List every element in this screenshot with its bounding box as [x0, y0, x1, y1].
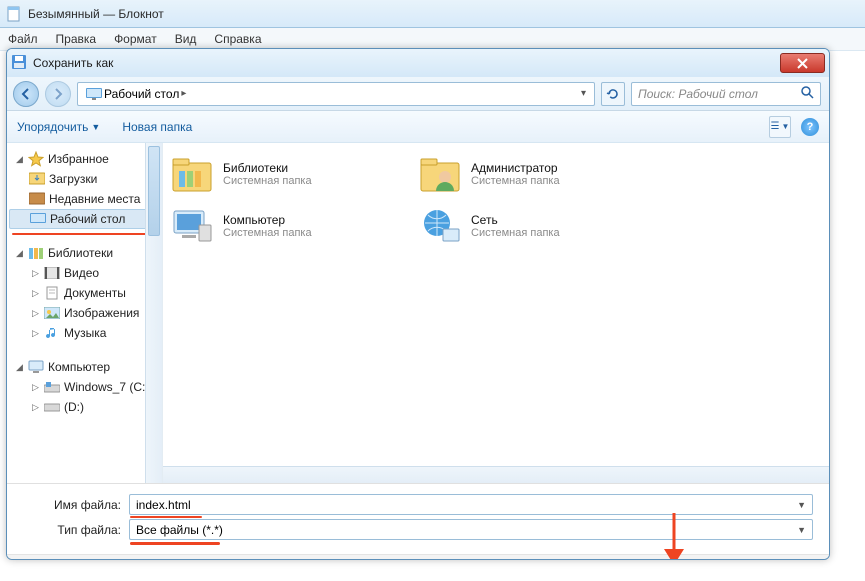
search-icon	[800, 85, 814, 102]
chevron-right-icon: ▸	[181, 88, 186, 99]
notepad-icon	[6, 6, 22, 22]
view-options-button[interactable]: ☰▼	[769, 116, 791, 138]
expand-icon: ▷	[31, 268, 40, 279]
filename-value: index.html	[136, 498, 191, 512]
menu-file[interactable]: Файл	[4, 30, 42, 48]
network-icon	[419, 205, 461, 247]
view-icon: ☰	[771, 121, 780, 132]
expand-icon: ▷	[31, 382, 40, 393]
filename-input[interactable]: index.html ▼	[129, 494, 813, 515]
close-button[interactable]	[780, 53, 825, 73]
libraries-icon	[171, 153, 213, 195]
organize-menu[interactable]: Упорядочить ▼	[17, 120, 100, 134]
user-folder-icon	[419, 153, 461, 195]
filepane-scrollbar-h[interactable]	[163, 466, 829, 483]
address-bar: Рабочий стол ▸ ▾ Поиск: Рабочий стол	[7, 77, 829, 111]
sidebar-item-documents[interactable]: ▷ Документы	[9, 283, 160, 303]
filetype-select[interactable]: Все файлы (*.*) ▼	[129, 519, 813, 540]
chevron-down-icon: ▼	[797, 525, 806, 535]
desktop-icon	[86, 86, 102, 102]
search-input[interactable]: Поиск: Рабочий стол	[631, 82, 821, 106]
sidebar-item-recent[interactable]: Недавние места	[9, 189, 160, 209]
star-icon	[28, 151, 44, 167]
sidebar-item-drive-d[interactable]: ▷ (D:)	[9, 397, 160, 417]
collapse-icon: ◢	[15, 248, 24, 259]
sidebar-scrollbar[interactable]	[145, 143, 162, 483]
documents-icon	[44, 285, 60, 301]
filetype-value: Все файлы (*.*)	[136, 523, 223, 537]
computer-icon	[28, 359, 44, 375]
computer-icon	[171, 205, 213, 247]
collapse-icon: ◢	[15, 362, 24, 373]
expand-icon: ▷	[31, 288, 40, 299]
help-icon: ?	[807, 121, 814, 133]
form-area: Имя файла: index.html ▼ Тип файла: Все ф…	[7, 483, 829, 554]
sidebar-item-pictures[interactable]: ▷ Изображения	[9, 303, 160, 323]
refresh-button[interactable]	[601, 82, 625, 106]
menu-edit[interactable]: Правка	[52, 30, 101, 48]
filetype-label: Тип файла:	[47, 523, 121, 537]
new-folder-button[interactable]: Новая папка	[122, 120, 192, 134]
pictures-icon	[44, 305, 60, 321]
music-icon	[44, 325, 60, 341]
collapse-icon: ◢	[15, 154, 24, 165]
file-item-network[interactable]: Сеть Системная папка	[419, 205, 649, 247]
breadcrumb-field[interactable]: Рабочий стол ▸ ▾	[77, 82, 595, 106]
sidebar-libraries[interactable]: ◢ Библиотеки	[9, 243, 160, 263]
sidebar-favorites[interactable]: ◢ Избранное	[9, 149, 160, 169]
recent-icon	[29, 191, 45, 207]
arrow-right-icon	[52, 88, 64, 100]
expand-icon: ▷	[31, 328, 40, 339]
search-placeholder: Поиск: Рабочий стол	[638, 87, 758, 101]
sidebar-item-videos[interactable]: ▷ Видео	[9, 263, 160, 283]
dialog-toolbar: Упорядочить ▼ Новая папка ☰▼ ?	[7, 111, 829, 143]
save-as-dialog: Сохранить как Рабочий стол ▸ ▾ Поиск: Р	[6, 48, 830, 560]
breadcrumb-label: Рабочий стол	[104, 87, 179, 101]
drive-icon	[44, 379, 60, 395]
dialog-titlebar: Сохранить как	[7, 49, 829, 77]
file-item-computer[interactable]: Компьютер Системная папка	[171, 205, 401, 247]
forward-button[interactable]	[45, 81, 71, 107]
menu-format[interactable]: Формат	[110, 30, 161, 48]
notepad-title: Безымянный — Блокнот	[28, 7, 164, 21]
filename-label: Имя файла:	[47, 498, 121, 512]
sidebar-computer[interactable]: ◢ Компьютер	[9, 357, 160, 377]
close-icon	[797, 58, 808, 69]
file-item-libraries[interactable]: Библиотеки Системная папка	[171, 153, 401, 195]
dialog-title: Сохранить как	[33, 56, 774, 70]
path-dropdown[interactable]: ▾	[577, 88, 590, 99]
sidebar-item-desktop[interactable]: Рабочий стол	[9, 209, 160, 229]
desktop-icon	[30, 211, 46, 227]
libraries-icon	[28, 245, 44, 261]
back-button[interactable]	[13, 81, 39, 107]
chevron-down-icon: ▼	[91, 122, 100, 132]
drive-icon	[44, 399, 60, 415]
menu-view[interactable]: Вид	[171, 30, 201, 48]
refresh-icon	[606, 87, 620, 101]
chevron-down-icon: ▼	[797, 500, 806, 510]
arrow-left-icon	[20, 88, 32, 100]
dialog-footer: ▲ Скрыть папки Кодировка: ANSI ▼ Сохрани…	[7, 554, 829, 560]
help-button[interactable]: ?	[801, 118, 819, 136]
expand-icon: ▷	[31, 308, 40, 319]
expand-icon: ▷	[31, 402, 40, 413]
sidebar-item-music[interactable]: ▷ Музыка	[9, 323, 160, 343]
notepad-titlebar: Безымянный — Блокнот	[0, 0, 865, 28]
sidebar-item-downloads[interactable]: Загрузки	[9, 169, 160, 189]
file-list-pane[interactable]: Библиотеки Системная папка Администратор…	[163, 143, 829, 483]
video-icon	[44, 265, 60, 281]
menu-help[interactable]: Справка	[210, 30, 265, 48]
downloads-icon	[29, 171, 45, 187]
navigation-sidebar: ◢ Избранное Загрузки Недавние места Ра	[7, 143, 163, 483]
save-icon	[11, 54, 27, 73]
file-item-admin[interactable]: Администратор Системная папка	[419, 153, 649, 195]
breadcrumb-desktop[interactable]: Рабочий стол ▸	[82, 86, 190, 102]
sidebar-item-drive-c[interactable]: ▷ Windows_7 (C:)	[9, 377, 160, 397]
